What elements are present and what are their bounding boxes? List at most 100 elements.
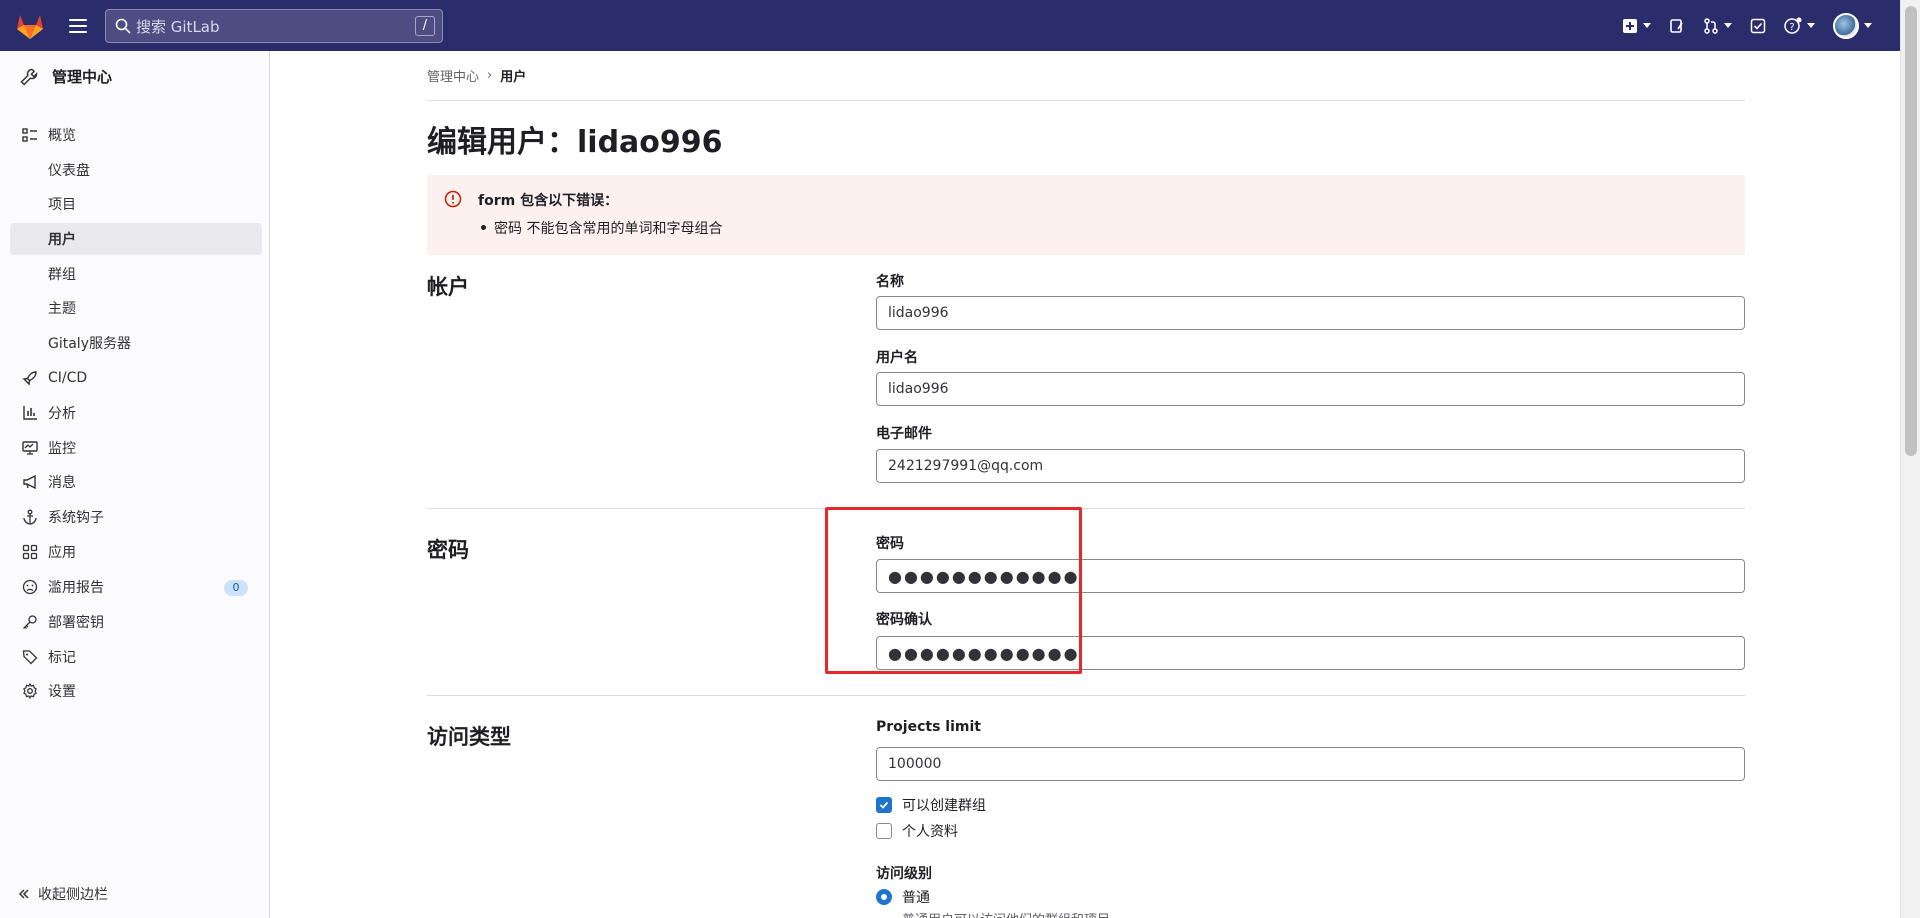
sidebar-item-label: 滥用报告 <box>48 580 104 596</box>
radio-selected-icon[interactable] <box>876 889 892 905</box>
user-menu-dropdown[interactable] <box>1833 12 1872 40</box>
sidebar-item-cicd[interactable]: CI/CD <box>10 362 262 394</box>
top-bar: 搜索 GitLab / ? <box>0 0 1900 51</box>
access-level-label: 访问级别 <box>876 866 932 882</box>
svg-text:?: ? <box>1789 22 1794 33</box>
sidebar-header[interactable]: 管理中心 <box>20 66 112 87</box>
hamburger-menu-icon[interactable] <box>66 14 90 38</box>
sidebar-item-overview[interactable]: 概览 <box>10 119 262 151</box>
private-profile-label: 个人资料 <box>902 824 958 840</box>
sidebar-item-topics[interactable]: 主题 <box>10 292 262 324</box>
username-input[interactable]: lidao996 <box>876 372 1745 406</box>
sidebar-item-abuse-reports[interactable]: 滥用报告 0 <box>10 571 262 603</box>
gear-icon <box>22 683 38 699</box>
breadcrumb-current[interactable]: 用户 <box>500 66 526 85</box>
sidebar-item-label: 系统钩子 <box>48 510 104 526</box>
sidebar-item-label: 分析 <box>48 406 76 422</box>
abuse-count-badge: 0 <box>224 580 248 596</box>
sidebar-item-gitaly-servers[interactable]: Gitaly服务器 <box>10 327 262 359</box>
chevron-down-icon <box>1724 23 1732 28</box>
plus-square-icon <box>1623 18 1637 33</box>
sidebar-item-users[interactable]: 用户 <box>10 223 262 255</box>
sidebar-item-system-hooks[interactable]: 系统钩子 <box>10 501 262 533</box>
access-level-regular-radio[interactable]: 普通 <box>876 887 930 907</box>
chevron-down-icon <box>1643 23 1651 28</box>
key-icon <box>22 614 38 630</box>
search-placeholder: 搜索 GitLab <box>136 17 220 36</box>
issues-icon <box>1670 18 1683 33</box>
chevron-down-icon <box>1807 23 1815 28</box>
sidebar-item-messages[interactable]: 消息 <box>10 466 262 498</box>
private-profile-checkbox[interactable]: 个人资料 <box>876 821 958 841</box>
rocket-icon <box>22 370 38 386</box>
page-scrollbar[interactable] <box>1900 0 1920 918</box>
breadcrumb-separator-icon: › <box>487 68 493 83</box>
todos-button[interactable] <box>1750 12 1766 40</box>
annotation-highlight-box <box>825 507 1082 674</box>
sidebar-item-label: 仪表盘 <box>48 163 90 179</box>
checkbox-unchecked-icon[interactable] <box>876 823 892 839</box>
breadcrumb: 管理中心 › 用户 <box>427 66 526 85</box>
sidebar-item-label: 应用 <box>48 545 76 561</box>
main-content: 管理中心 › 用户 编辑用户：lidao996 form 包含以下错误： 密码 … <box>271 51 1900 918</box>
gitlab-logo-icon[interactable] <box>14 10 46 42</box>
apps-icon <box>22 544 38 560</box>
checkbox-checked-icon[interactable] <box>876 797 892 813</box>
sidebar-item-label: 标记 <box>48 650 76 666</box>
sidebar-item-applications[interactable]: 应用 <box>10 536 262 568</box>
password-section-heading: 密码 <box>427 538 469 562</box>
sidebar-item-projects[interactable]: 项目 <box>10 188 262 220</box>
collapse-sidebar-button[interactable]: 收起侧边栏 <box>18 884 108 904</box>
email-label: 电子邮件 <box>876 426 932 442</box>
new-item-dropdown[interactable] <box>1622 12 1651 40</box>
access-level-regular-label: 普通 <box>902 890 930 906</box>
sidebar-item-labels[interactable]: 标记 <box>10 641 262 673</box>
search-input[interactable]: 搜索 GitLab / <box>105 9 443 43</box>
sidebar-item-label: 消息 <box>48 475 76 491</box>
name-label: 名称 <box>876 274 904 290</box>
name-input[interactable]: lidao996 <box>876 296 1745 330</box>
sidebar-item-groups[interactable]: 群组 <box>10 258 262 290</box>
sidebar-item-analytics[interactable]: 分析 <box>10 397 262 429</box>
sidebar-item-label: 概览 <box>48 128 76 144</box>
sidebar-item-label: Gitaly服务器 <box>48 336 131 352</box>
can-create-group-checkbox[interactable]: 可以创建群组 <box>876 795 986 815</box>
help-question-icon: ? <box>1784 17 1802 34</box>
section-divider <box>427 508 1745 509</box>
todo-check-icon <box>1750 18 1766 33</box>
account-section-heading: 帐户 <box>427 275 469 299</box>
sidebar-item-settings[interactable]: 设置 <box>10 675 262 707</box>
sidebar-item-label: 设置 <box>48 684 76 700</box>
avatar <box>1833 12 1859 39</box>
anchor-icon <box>22 509 38 525</box>
merge-requests-dropdown[interactable] <box>1703 12 1732 40</box>
sidebar-item-label: 部署密钥 <box>48 615 104 631</box>
sidebar-item-dashboard[interactable]: 仪表盘 <box>10 154 262 186</box>
access-level-regular-help: 普通用户可以访问他们的群组和项目 <box>902 909 1110 918</box>
breadcrumb-root-link[interactable]: 管理中心 <box>427 66 479 85</box>
projects-limit-input[interactable]: 100000 <box>876 747 1745 781</box>
sidebar-item-label: 监控 <box>48 441 76 457</box>
email-input[interactable]: 2421297991@qq.com <box>876 449 1745 483</box>
collapse-sidebar-label: 收起侧边栏 <box>38 887 108 903</box>
sidebar-item-deploy-keys[interactable]: 部署密钥 <box>10 606 262 638</box>
can-create-group-label: 可以创建群组 <box>902 798 986 814</box>
projects-limit-label: Projects limit <box>876 719 981 735</box>
help-dropdown[interactable]: ? <box>1784 12 1815 40</box>
scrollbar-thumb[interactable] <box>1905 6 1917 456</box>
username-label: 用户名 <box>876 350 918 366</box>
error-alert-item: 密码 不能包含常用的单词和字母组合 <box>480 218 722 238</box>
top-bar-actions: ? <box>1622 0 1872 51</box>
sidebar-item-label: 用户 <box>48 232 76 248</box>
sidebar-item-label: CI/CD <box>48 370 88 386</box>
error-alert-title: form 包含以下错误： <box>478 193 619 209</box>
sidebar-item-monitoring[interactable]: 监控 <box>10 432 262 464</box>
monitor-icon <box>22 440 38 456</box>
sidebar-header-label: 管理中心 <box>52 68 113 86</box>
search-shortcut-key: / <box>415 16 435 36</box>
page-title: 编辑用户：lidao996 <box>427 125 723 160</box>
issues-button[interactable] <box>1669 12 1685 40</box>
chevron-down-icon <box>1864 23 1872 28</box>
sidebar-item-label: 群组 <box>48 267 76 283</box>
error-alert: form 包含以下错误： 密码 不能包含常用的单词和字母组合 <box>427 175 1745 255</box>
